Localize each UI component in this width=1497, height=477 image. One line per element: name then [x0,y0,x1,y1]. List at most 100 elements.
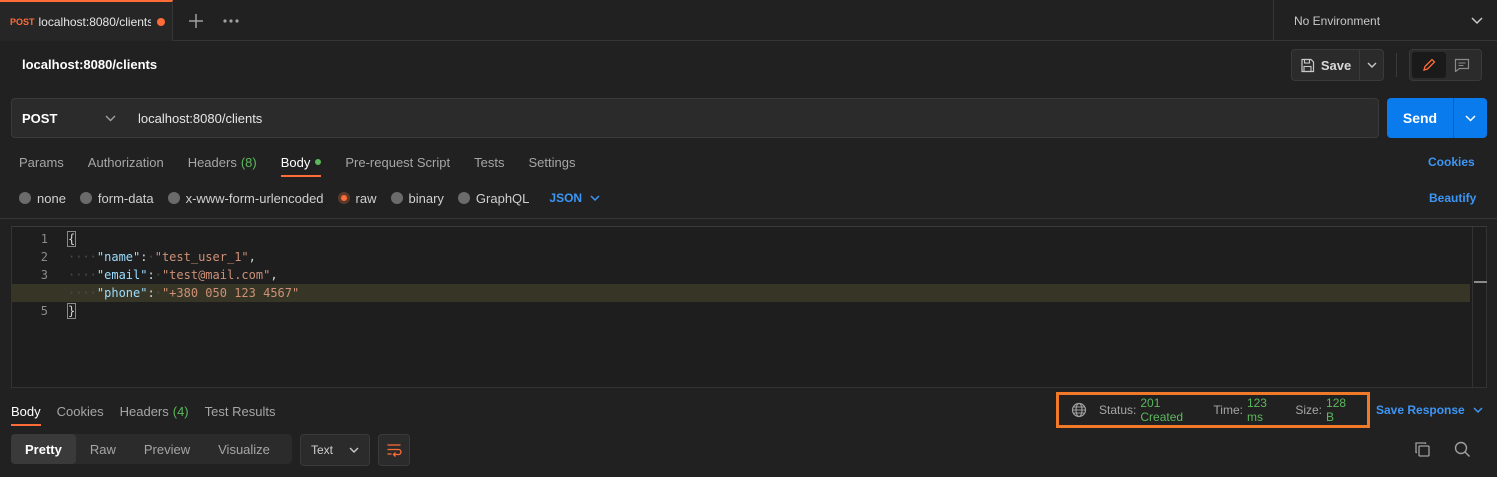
radio-label: raw [355,190,377,206]
more-icon[interactable] [222,11,240,31]
tab-title: localhost:8080/clients [38,14,151,29]
tab-params[interactable]: Params [19,148,64,176]
radio-x-www-form-urlencoded[interactable]: x-www-form-urlencoded [167,190,324,206]
wrap-icon [386,443,402,457]
save-icon [1300,58,1315,73]
tab-tests[interactable]: Tests [474,148,504,176]
radio-graphql[interactable]: GraphQL [457,190,530,206]
chevron-down-icon [1367,62,1377,69]
wrap-lines-button[interactable] [378,434,410,466]
response-status-box: Status: 201 Created Time: 123 ms Size: 1… [1056,392,1370,428]
tab-label: Body [11,403,41,419]
globe-icon[interactable] [1071,402,1087,418]
request-tab[interactable]: POST localhost:8080/clients [0,0,173,41]
tab-label: Test Results [204,403,276,419]
tab-method: POST [10,16,35,27]
view-raw[interactable]: Raw [76,434,130,464]
send-group: Send [1387,98,1487,138]
body-type-radios: none form-data x-www-form-urlencoded raw… [19,188,600,208]
body-format-select[interactable]: JSON [549,191,600,205]
radio-circle-icon [457,192,470,204]
tab-settings[interactable]: Settings [528,148,575,176]
chevron-down-icon [590,194,600,202]
line-number: 5 [40,304,48,318]
radio-form-data[interactable]: form-data [79,191,154,206]
send-button[interactable]: Send [1387,98,1454,138]
method-label: POST [22,110,58,126]
response-tab-headers[interactable]: Headers (4) [120,397,189,425]
json-key: "name" [96,250,141,264]
json-value: "test@mail.com" [161,268,271,282]
url-input[interactable] [126,98,1379,138]
line-number: 2 [40,250,48,264]
response-tab-cookies[interactable]: Cookies [57,397,104,425]
save-response-label: Save Response [1376,403,1465,417]
view-visualize[interactable]: Visualize [204,434,284,464]
size-label: Size: [1295,403,1323,417]
radio-label: none [37,190,66,206]
code-line-current: ····"phone":·"+380 050 123 4567" [12,284,1470,302]
edit-mode-button[interactable] [1412,52,1446,78]
json-comma: , [270,268,278,282]
response-format-select[interactable]: Text [300,434,370,466]
tab-headers[interactable]: Headers (8) [188,148,257,176]
search-icon[interactable] [1454,441,1471,458]
radio-none[interactable]: none [19,191,66,206]
method-select[interactable]: POST [11,98,127,138]
tab-label: Headers [119,403,169,419]
response-tabs: Body Cookies Headers (4) Test Results [11,397,291,427]
radio-binary[interactable]: binary [390,191,444,206]
json-comma: , [248,250,256,264]
tab-label: Pre-request Script [345,154,451,170]
radio-raw[interactable]: raw [337,190,377,206]
response-tab-test-results[interactable]: Test Results [205,397,276,425]
pencil-icon [1422,58,1436,72]
radio-label: GraphQL [475,190,530,206]
editor-scrollbar[interactable] [1472,227,1487,387]
save-button[interactable]: Save [1292,50,1360,80]
line-number: 3 [40,268,48,282]
tab-label: Authorization [87,154,164,170]
radio-circle-icon [19,192,31,204]
tab-pre-request-script[interactable]: Pre-request Script [345,148,450,176]
environment-select[interactable]: No Environment [1273,0,1497,41]
tab-authorization[interactable]: Authorization [88,148,164,176]
tab-body[interactable]: Body [280,148,322,177]
body-indicator-icon [315,159,322,165]
radio-label: x-www-form-urlencoded [185,190,324,206]
time-value[interactable]: 123 ms [1247,396,1283,424]
save-options-button[interactable] [1360,50,1383,80]
view-preview[interactable]: Preview [130,434,204,464]
copy-icon[interactable] [1414,441,1431,458]
save-response-button[interactable]: Save Response [1376,403,1483,417]
code-area: { ····"name":·"test_user_1", ····"email"… [12,230,1470,320]
chevron-down-icon [349,447,359,454]
chevron-down-icon [105,115,116,122]
save-label: Save [1320,57,1352,73]
tab-label: Cookies [56,403,104,419]
unsaved-dot-icon [156,17,165,26]
code-line: { [66,230,1470,248]
response-tab-body[interactable]: Body [11,397,41,426]
time-label: Time: [1213,403,1243,417]
tab-label: Settings [528,154,576,170]
body-editor[interactable]: 1 2 3 4 5 { ····"name":·"test_user_1", ·… [11,226,1487,388]
json-value: "test_user_1" [154,250,249,264]
response-view-modes: Pretty Raw Preview Visualize [11,434,292,464]
send-options-button[interactable] [1454,98,1487,138]
radio-circle-icon [390,192,403,204]
open-brace: { [66,231,77,247]
view-pretty[interactable]: Pretty [11,434,76,464]
cookies-link[interactable]: Cookies [1428,155,1475,169]
response-format-label: Text [311,443,334,457]
request-tabs: Params Authorization Headers (8) Body Pre… [19,148,599,177]
tab-label: Tests [474,154,505,170]
beautify-link[interactable]: Beautify [1429,191,1476,205]
plus-icon[interactable] [186,11,206,31]
tab-label: Params [19,154,64,170]
size-value[interactable]: 128 B [1326,396,1355,424]
divider [0,218,1497,219]
code-line: ····"email":·"test@mail.com", [68,268,278,282]
status-value[interactable]: 201 Created [1140,396,1201,424]
comments-button[interactable] [1446,52,1480,78]
